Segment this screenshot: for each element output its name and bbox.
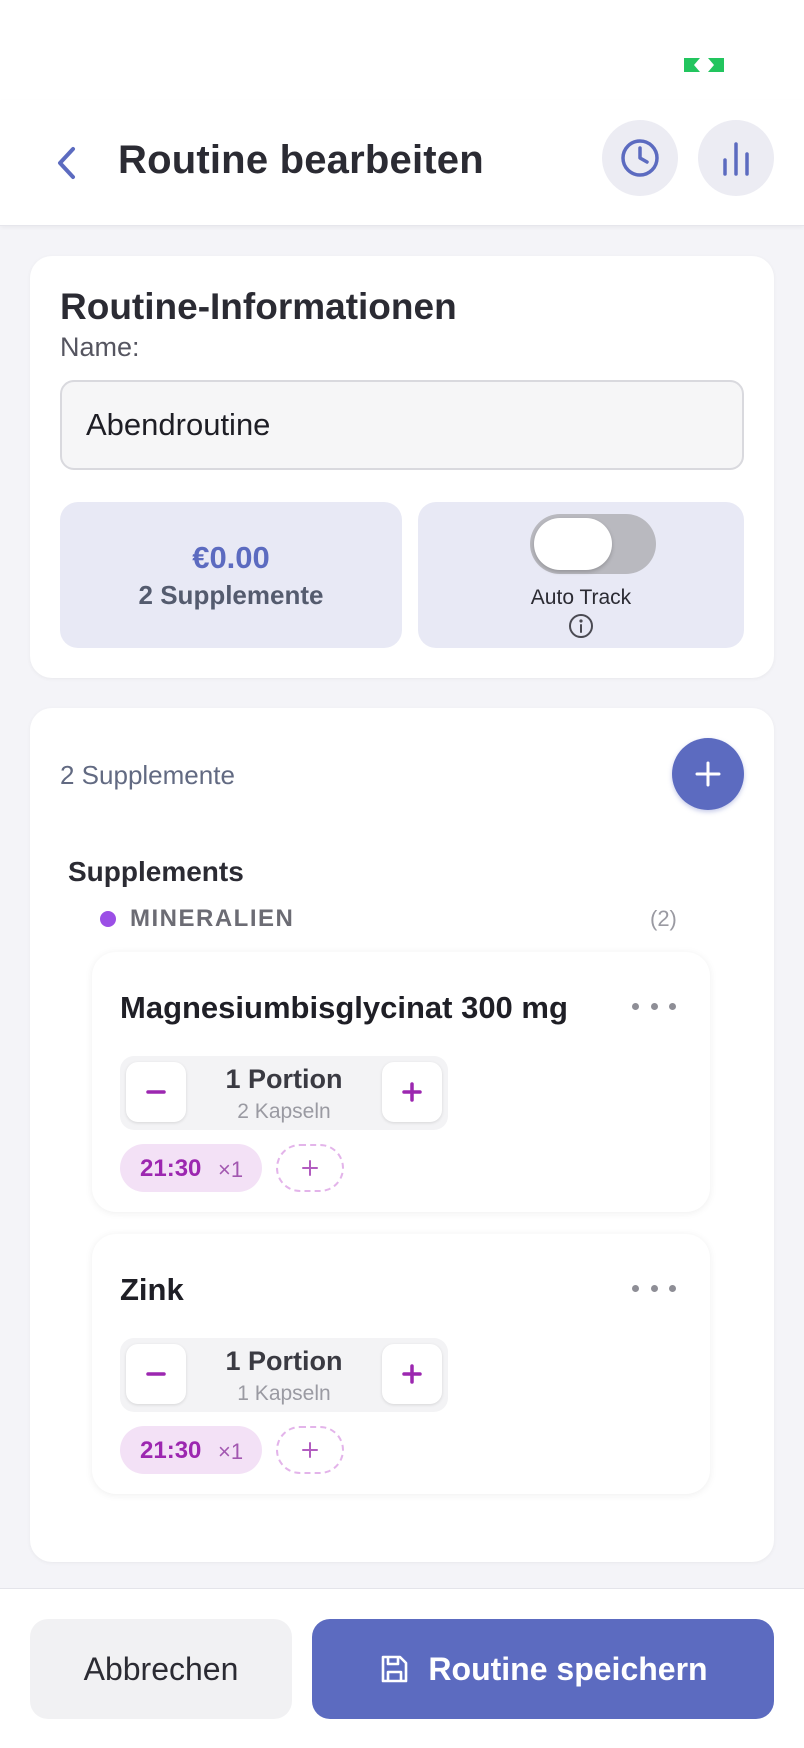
supplements-card: 2 Supplemente Supplements MINERALIEN (2)… [30,708,774,1562]
footer-bar: Abbrechen Routine speichern [0,1588,804,1748]
supplement-name: Zink [120,1272,184,1307]
supplement-name: Magnesiumbisglycinat 300 mg [120,990,568,1025]
total-cost: €0.00 [192,540,270,575]
dot [632,1284,639,1292]
auto-track-panel: Auto Track [418,502,744,648]
dot [669,1002,676,1010]
plus-icon [402,1082,422,1102]
dot [632,1002,639,1010]
plus-icon [302,1442,318,1458]
supplements-count: 2 Supplemente [60,760,235,790]
floppy-disk-icon [382,1655,408,1683]
category-name: MINERALIEN [130,905,295,932]
save-routine-button[interactable]: Routine speichern [312,1619,774,1719]
auto-track-toggle[interactable] [530,514,656,574]
add-time-button[interactable] [276,1426,344,1474]
time-value: 21:30 [140,1437,202,1464]
status-bar [0,0,804,100]
add-supplement-button[interactable] [672,738,744,810]
increase-portion-button[interactable] [382,1344,442,1404]
chevron-left-icon [58,147,75,179]
increase-portion-button[interactable] [382,1062,442,1122]
cost-summary: €0.00 2 Supplemente [60,502,402,648]
category-dot [100,911,116,927]
supplement-item: Magnesiumbisglycinat 300 mg 1 Portion 2 … [92,952,710,1212]
more-options-button[interactable] [632,994,676,1018]
time-multiplier: ×1 [218,1439,244,1464]
auto-track-label: Auto Track [530,586,632,609]
clock-icon [621,139,659,177]
category-count: (2) [650,906,677,931]
page-title: Routine bearbeiten [118,138,484,182]
statistics-button[interactable] [698,120,774,196]
battery-icon [684,58,724,72]
supplement-count: 2 Supplemente [138,580,324,610]
info-icon[interactable] [568,613,594,639]
cancel-button[interactable]: Abbrechen [30,1619,292,1719]
plus-icon [695,761,721,787]
routine-info-card: Routine-Informationen Name: €0.00 2 Supp… [30,256,774,678]
add-time-button[interactable] [276,1144,344,1192]
history-button[interactable] [602,120,678,196]
routine-info-title: Routine-Informationen [60,286,457,327]
dot [650,1002,658,1010]
supplement-item: Zink 1 Portion 1 Kapseln 21:30 ×1 [92,1234,710,1494]
back-button[interactable] [44,136,88,190]
time-value: 21:30 [140,1155,202,1182]
time-chip[interactable]: 21:30 ×1 [120,1426,262,1474]
more-options-button[interactable] [632,1276,676,1300]
portion-stepper: 1 Portion 2 Kapseln [120,1056,448,1130]
portion-stepper: 1 Portion 1 Kapseln [120,1338,448,1412]
routine-name-input[interactable] [60,380,744,470]
plus-icon [302,1160,318,1176]
time-chip[interactable]: 21:30 ×1 [120,1144,262,1192]
dot [650,1284,658,1292]
section-title: Supplements [68,856,244,887]
plus-icon [402,1364,422,1384]
app-header: Routine bearbeiten [0,100,804,226]
name-label: Name: [60,332,140,362]
time-multiplier: ×1 [218,1157,244,1182]
save-label: Routine speichern [428,1650,708,1687]
bar-chart-icon [723,142,749,176]
dot [669,1284,676,1292]
toggle-knob [534,518,612,570]
